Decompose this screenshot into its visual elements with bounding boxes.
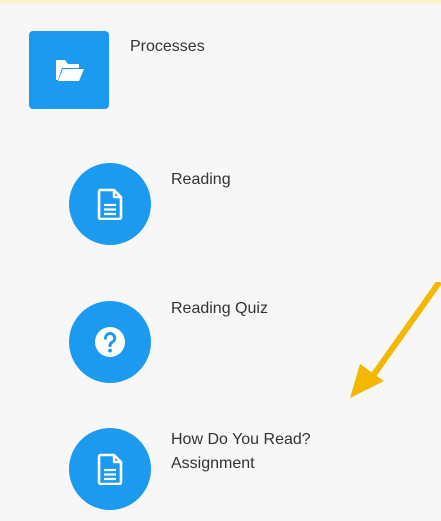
reading-quiz-link[interactable]: Reading Quiz — [171, 297, 268, 321]
folder-open-icon — [56, 60, 84, 81]
module-title[interactable]: Processes — [130, 35, 205, 59]
document-icon — [97, 453, 123, 485]
annotation-arrow-icon — [350, 282, 441, 398]
reading-quiz-item-icon-circle[interactable] — [69, 301, 151, 383]
reading-item-icon-circle[interactable] — [69, 163, 151, 245]
assignment-label-line2: Assignment — [171, 455, 255, 472]
document-icon — [97, 188, 123, 220]
module-folder-tile[interactable] — [29, 31, 109, 109]
top-border — [0, 0, 441, 4]
assignment-link[interactable]: How Do You Read? Assignment — [171, 428, 311, 476]
assignment-item-icon-circle[interactable] — [69, 428, 151, 510]
question-icon — [95, 327, 125, 357]
assignment-label-line1: How Do You Read? — [171, 431, 311, 448]
reading-link[interactable]: Reading — [171, 168, 231, 192]
